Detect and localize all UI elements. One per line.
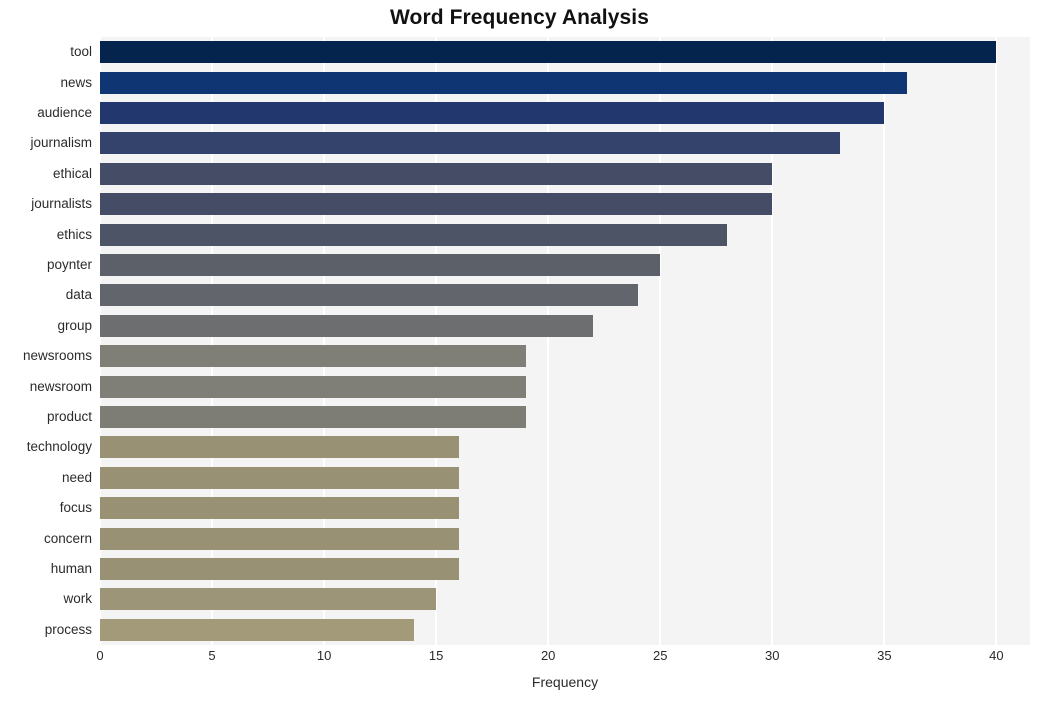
x-axis-tick-label: 25 [653,648,668,663]
y-axis-tick-label: focus [59,500,92,516]
bar-fill [100,71,907,94]
bar-fill [100,345,526,368]
x-axis-tick-label: 5 [208,648,216,663]
y-axis-tick-label: newsroom [29,378,92,394]
bar-fill [100,588,437,611]
x-axis-tick-label: 15 [428,648,444,663]
gridline-vertical [995,37,998,645]
x-axis-tick-label: 40 [989,648,1004,663]
bar [100,527,459,550]
x-axis-tick-label: 0 [96,648,104,663]
y-axis-tick-label: process [44,621,92,637]
bar-fill [100,314,593,337]
bar-fill [100,284,638,307]
bar [100,71,907,94]
plot-area [100,37,1030,645]
x-axis-tick-label: 35 [877,648,892,663]
bar-fill [100,497,459,520]
bar [100,588,437,611]
y-axis-tick-label: audience [37,105,92,120]
bar-fill [100,223,728,246]
y-axis-tick-label: news [60,74,92,90]
bar [100,497,459,520]
x-axis-tick-label: 10 [316,648,332,663]
bar-fill [100,618,414,641]
gridline-vertical [771,37,774,645]
bar [100,132,840,155]
bar [100,41,997,64]
y-axis-tick-label: newsrooms [22,348,92,364]
bar [100,618,414,641]
bar [100,558,459,580]
chart-figure: Word Frequency Analysis tool news audience… [0,0,1039,701]
gridline-vertical [435,37,438,645]
bar [100,436,459,459]
x-axis-title: Frequency [531,674,599,690]
y-axis-tick-label: product [46,409,92,424]
bar [100,466,459,489]
y-axis-tick-label: work [63,591,92,607]
x-axis-tick-label: 20 [540,648,556,663]
bar [100,284,638,307]
bar-fill [100,41,997,64]
bar [100,345,526,368]
x-axis-tick-label: 30 [765,648,780,663]
gridline-vertical [659,37,662,645]
gridline-vertical [323,37,326,645]
y-axis-tick-label: ethics [56,226,92,242]
bar-fill [100,527,459,550]
page-title: Word Frequency Analysis [389,6,650,29]
y-axis-tick-labels: tool news audience journalism ethical journal… [0,37,92,645]
y-axis-tick-label: concern [43,530,92,546]
gridline-vertical [547,37,550,645]
bar-fill [100,254,661,276]
y-axis-tick-label: group [57,317,92,333]
bar-fill [100,466,459,489]
bar [100,375,526,398]
y-axis-tick-label: technology [26,439,92,455]
bar [100,193,773,216]
y-axis-tick-label: journalists [31,196,92,212]
bar-fill [100,436,459,459]
x-axis-tick-labels: 0 5 10 15 20 25 30 35 40 [0,648,1039,672]
bar-fill [100,102,885,124]
gridline-vertical [100,37,101,645]
bar [100,102,885,124]
bar [100,162,773,185]
y-axis-tick-label: journalism [30,135,92,151]
bar-fill [100,132,840,155]
y-axis-tick-label: data [65,287,92,303]
bar [100,223,728,246]
y-axis-tick-label: human [50,561,92,576]
bar-fill [100,162,773,185]
bar-fill [100,193,773,216]
y-axis-tick-label: ethical [52,165,92,181]
bar-fill [100,558,459,580]
bar-fill [100,406,526,428]
bar [100,254,661,276]
gridline-vertical [883,37,886,645]
bar [100,406,526,428]
bar [100,314,593,337]
bar-fill [100,375,526,398]
y-axis-tick-label: tool [70,44,92,60]
y-axis-tick-label: poynter [46,257,92,272]
y-axis-tick-label: need [61,469,92,485]
gridline-vertical [211,37,214,645]
